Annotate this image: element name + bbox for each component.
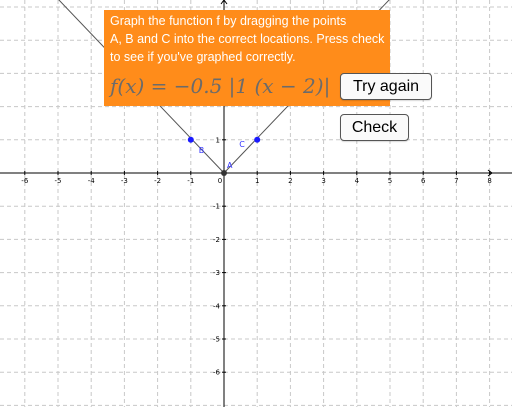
x-tick-label: 0 xyxy=(218,177,222,185)
y-tick-label: -6 xyxy=(213,369,221,377)
x-tick-label: -1 xyxy=(187,177,194,185)
instructions-line-2: A, B and C into the correct locations. P… xyxy=(110,32,385,46)
point-label-c: C xyxy=(239,140,245,149)
x-tick-label: 1 xyxy=(255,177,259,185)
y-tick-label: -2 xyxy=(213,236,220,244)
x-tick-label: -2 xyxy=(154,177,161,185)
x-tick-label: -3 xyxy=(121,177,128,185)
check-button[interactable]: Check xyxy=(340,114,409,141)
x-tick-label: 6 xyxy=(421,177,426,185)
point-label-b: B xyxy=(199,146,205,155)
point-c[interactable] xyxy=(254,136,261,143)
x-tick-label: -5 xyxy=(55,177,62,185)
x-tick-label: -6 xyxy=(21,177,29,185)
function-formula: f(x) = −0.5 |1 (x − 2)| xyxy=(110,74,331,98)
point-a[interactable] xyxy=(221,170,227,176)
y-tick-label: -4 xyxy=(213,302,221,310)
y-tick-label: -3 xyxy=(213,269,220,277)
y-tick-label: -5 xyxy=(213,336,220,344)
try-again-button[interactable]: Try again xyxy=(340,73,432,100)
x-tick-label: 2 xyxy=(288,177,292,185)
instructions-line-3: to see if you've graphed correctly. xyxy=(110,50,296,64)
y-tick-label: -1 xyxy=(213,203,220,211)
point-b[interactable] xyxy=(187,136,194,143)
point-label-a: A xyxy=(227,161,233,170)
x-tick-label: 7 xyxy=(454,177,458,185)
x-tick-label: 5 xyxy=(388,177,392,185)
x-tick-label: 8 xyxy=(487,177,491,185)
instructions-line-1: Graph the function f by dragging the poi… xyxy=(110,14,347,28)
y-tick-label: 1 xyxy=(216,136,220,144)
x-tick-label: -4 xyxy=(88,177,96,185)
x-tick-label: 3 xyxy=(321,177,325,185)
x-tick-label: 4 xyxy=(355,177,360,185)
